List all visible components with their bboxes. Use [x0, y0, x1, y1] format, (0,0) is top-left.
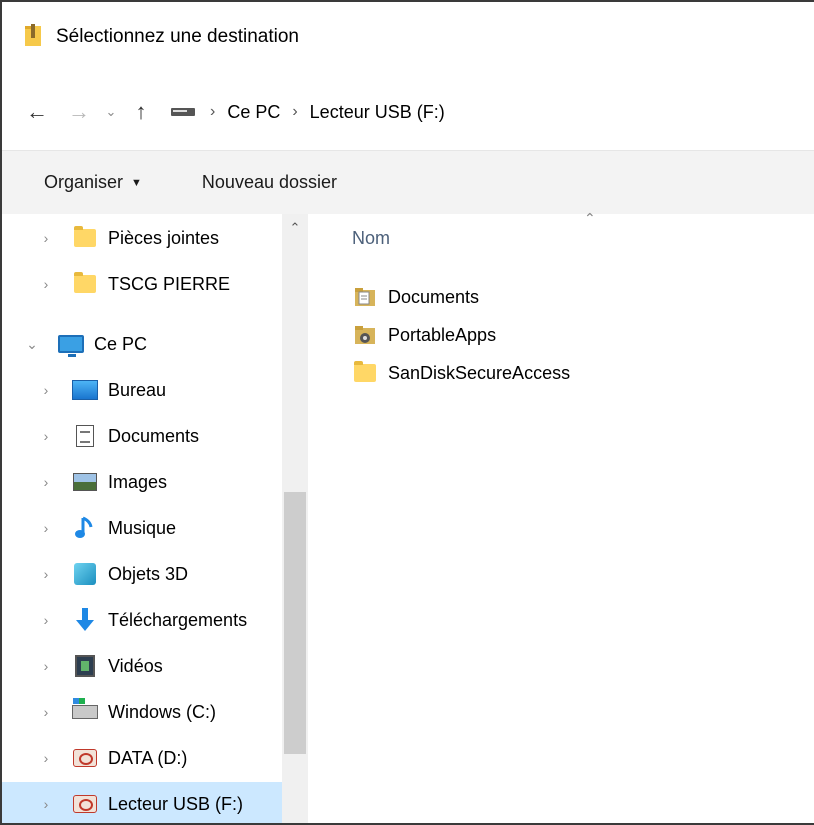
up-button[interactable]: ↑: [124, 92, 158, 132]
portableapps-folder-icon: [352, 323, 378, 347]
breadcrumb: › Ce PC › Lecteur USB (F:): [170, 102, 445, 123]
scrollbar-thumb[interactable]: [284, 492, 306, 754]
file-name: SanDiskSecureAccess: [388, 362, 571, 383]
new-folder-button[interactable]: Nouveau dossier: [202, 172, 337, 193]
sidebar-item-objets-3d[interactable]: › Objets 3D: [2, 552, 282, 596]
sidebar-item-label: Musique: [108, 517, 177, 538]
chevron-right-icon[interactable]: ›: [36, 566, 56, 582]
sidebar-item-windows-c[interactable]: › Windows (C:): [2, 690, 282, 734]
chevron-down-icon[interactable]: ⌄: [22, 336, 42, 353]
chevron-right-icon[interactable]: ›: [36, 750, 56, 766]
organize-label: Organiser: [44, 172, 124, 192]
drive-icon[interactable]: [170, 102, 198, 123]
breadcrumb-separator[interactable]: ›: [210, 103, 215, 121]
chevron-right-icon[interactable]: ›: [36, 520, 56, 536]
folder-icon: [70, 271, 100, 297]
chevron-right-icon[interactable]: ›: [36, 796, 56, 812]
chevron-right-icon[interactable]: ›: [36, 612, 56, 628]
3d-objects-icon: [70, 561, 100, 587]
images-icon: [70, 469, 100, 495]
navigation-pane: › Pièces jointes › TSCG PIERRE ⌄ Ce PC ›…: [2, 214, 308, 823]
sidebar-item-label: Images: [108, 471, 168, 492]
sidebar-item-videos[interactable]: › Vidéos: [2, 644, 282, 688]
command-toolbar: Organiser ▼ Nouveau dossier: [2, 150, 814, 214]
chevron-right-icon[interactable]: ›: [36, 230, 56, 246]
forward-button[interactable]: →: [62, 92, 96, 132]
videos-icon: [70, 653, 100, 679]
sidebar-item-pieces-jointes[interactable]: › Pièces jointes: [2, 216, 282, 260]
documents-icon: [70, 423, 100, 449]
sidebar-item-label: TSCG PIERRE: [108, 273, 231, 294]
chevron-right-icon[interactable]: ›: [36, 474, 56, 490]
chevron-right-icon[interactable]: ›: [36, 276, 56, 292]
sidebar-item-tscg-pierre[interactable]: › TSCG PIERRE: [2, 262, 282, 306]
sidebar-item-bureau[interactable]: › Bureau: [2, 368, 282, 412]
sidebar-item-label: Vidéos: [108, 655, 163, 676]
sidebar-item-label: Lecteur USB (F:): [108, 793, 244, 814]
sort-ascending-icon: ⌃: [584, 210, 596, 226]
window-title: Sélectionnez une destination: [56, 26, 299, 47]
chevron-right-icon[interactable]: ›: [36, 658, 56, 674]
sidebar-item-ce-pc[interactable]: ⌄ Ce PC: [2, 322, 282, 366]
drive-d-icon: [70, 745, 100, 771]
breadcrumb-ce-pc[interactable]: Ce PC: [227, 102, 280, 123]
sidebar-item-label: Téléchargements: [108, 609, 248, 630]
scroll-up-icon[interactable]: ⌃: [282, 220, 308, 244]
list-item[interactable]: SanDiskSecureAccess: [352, 354, 570, 392]
folder-icon: [352, 361, 378, 385]
sidebar-item-label: Objets 3D: [108, 563, 189, 584]
documents-folder-icon: [352, 285, 378, 309]
zip-folder-icon: [24, 22, 42, 53]
file-name: Documents: [388, 286, 480, 307]
sidebar-item-label: DATA (D:): [108, 747, 188, 768]
desktop-icon: [70, 377, 100, 403]
address-bar: ← → ⌄ ↑ › Ce PC › Lecteur USB (F:): [2, 86, 814, 138]
sidebar-item-label: Documents: [108, 425, 200, 446]
list-item[interactable]: PortableApps: [352, 316, 496, 354]
folder-icon: [70, 225, 100, 251]
sidebar-item-musique[interactable]: › Musique: [2, 506, 282, 550]
sidebar-item-telechargements[interactable]: › Téléchargements: [2, 598, 282, 642]
list-item[interactable]: Documents: [352, 278, 479, 316]
back-button[interactable]: ←: [20, 92, 54, 132]
breadcrumb-usb-drive[interactable]: Lecteur USB (F:): [310, 102, 445, 123]
music-icon: [70, 515, 100, 541]
sidebar-item-lecteur-usb[interactable]: › Lecteur USB (F:): [2, 782, 282, 823]
chevron-right-icon[interactable]: ›: [36, 428, 56, 444]
sidebar-item-documents[interactable]: › Documents: [2, 414, 282, 458]
sidebar-item-label: Pièces jointes: [108, 227, 220, 248]
chevron-right-icon[interactable]: ›: [36, 382, 56, 398]
sidebar-scrollbar[interactable]: ⌃: [282, 214, 308, 823]
recent-locations-button[interactable]: ⌄: [100, 92, 122, 132]
organize-button[interactable]: Organiser ▼: [44, 172, 142, 193]
sidebar-item-label: Bureau: [108, 379, 167, 400]
sidebar-item-data-d[interactable]: › DATA (D:): [2, 736, 282, 780]
breadcrumb-separator[interactable]: ›: [292, 103, 297, 121]
sidebar-item-label: Ce PC: [94, 333, 148, 354]
pc-icon: [56, 331, 86, 357]
drive-c-icon: [70, 698, 100, 725]
sidebar-item-images[interactable]: › Images: [2, 460, 282, 504]
caret-down-icon: ▼: [131, 176, 142, 189]
usb-drive-icon: [70, 791, 100, 817]
dialog-window: Sélectionnez une destination ← → ⌄ ↑ › C…: [0, 0, 814, 825]
file-name: PortableApps: [388, 324, 497, 345]
downloads-icon: [70, 607, 100, 633]
sidebar-item-label: Windows (C:): [108, 701, 217, 722]
title-bar: Sélectionnez une destination: [2, 2, 814, 72]
file-list: ⌃ Nom Documents PortableApps SanDiskSecu…: [308, 210, 814, 823]
chevron-right-icon[interactable]: ›: [36, 704, 56, 720]
column-header-name[interactable]: Nom: [352, 228, 390, 249]
